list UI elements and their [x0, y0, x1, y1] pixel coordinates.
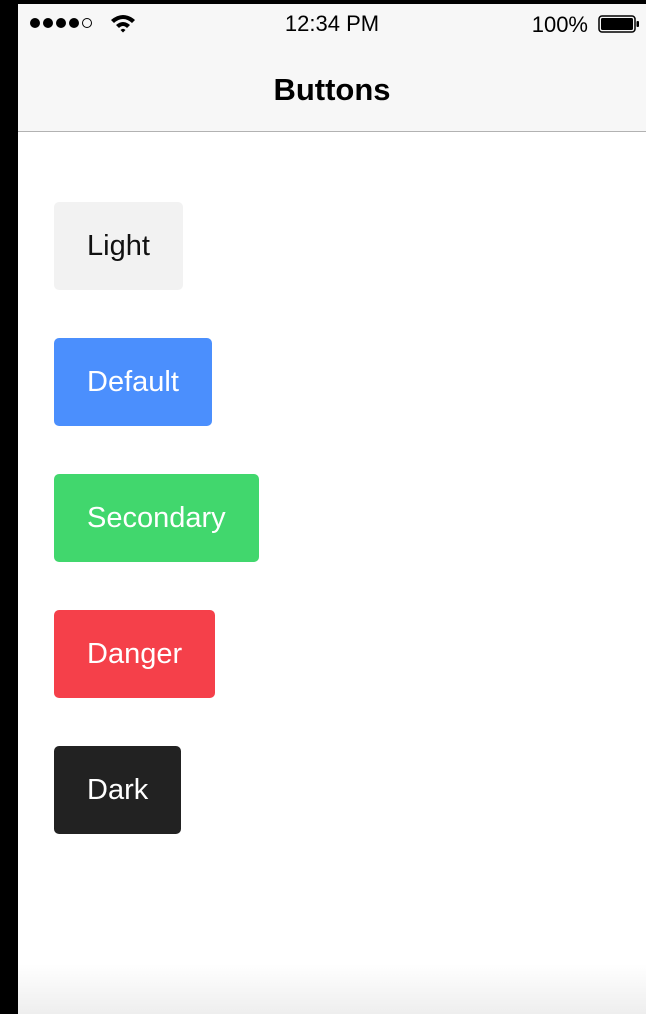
- default-button[interactable]: Default: [54, 338, 212, 426]
- button-list: Light Default Secondary Danger Dark: [18, 132, 646, 1014]
- bottom-fade: [18, 964, 646, 1014]
- light-button[interactable]: Light: [54, 202, 183, 290]
- status-bar: 12:34 PM 100%: [18, 4, 646, 44]
- page-title: Buttons: [273, 72, 391, 107]
- danger-button[interactable]: Danger: [54, 610, 216, 698]
- phone-screen: 12:34 PM 100% Buttons Light Default Seco…: [18, 4, 646, 1014]
- battery-full-icon: [598, 15, 639, 33]
- battery-percent: 100%: [531, 12, 588, 37]
- dark-button[interactable]: Dark: [54, 746, 182, 834]
- secondary-button[interactable]: Secondary: [54, 474, 259, 562]
- navigation-bar: Buttons: [18, 44, 646, 132]
